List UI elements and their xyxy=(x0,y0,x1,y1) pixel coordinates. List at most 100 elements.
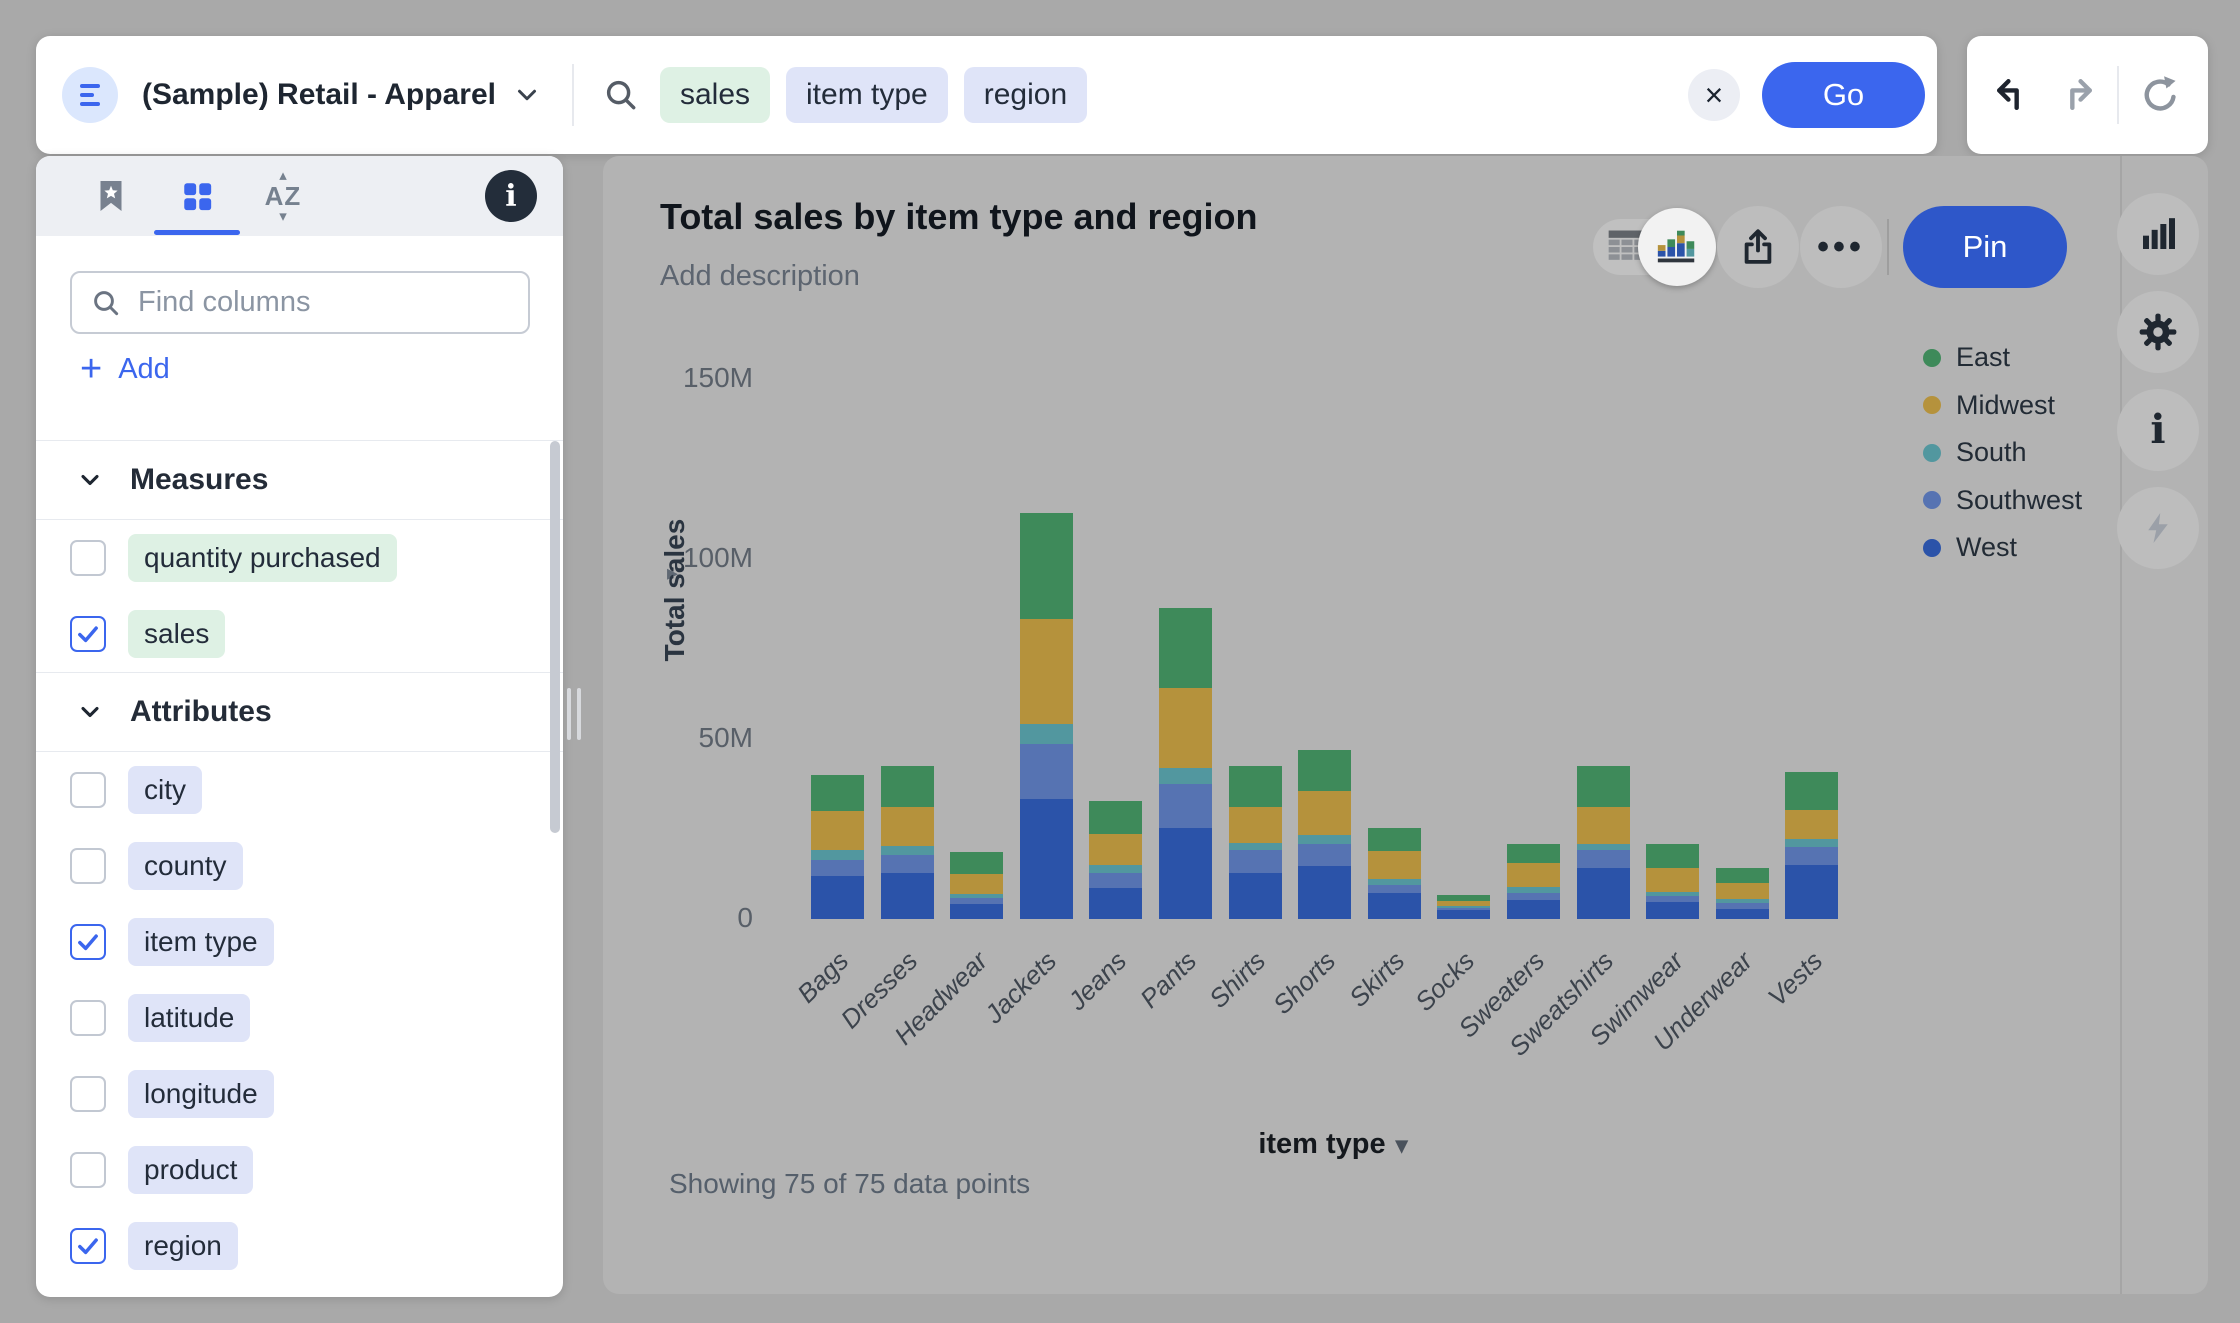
add-column-button[interactable]: + Add xyxy=(80,346,170,392)
bar-shirts-south[interactable] xyxy=(1228,843,1282,850)
menu-icon[interactable] xyxy=(62,67,118,123)
checkbox-product[interactable] xyxy=(70,1152,106,1188)
column-chip-product[interactable]: product xyxy=(128,1146,254,1194)
legend-item-southwest[interactable]: Southwest xyxy=(1923,485,2082,516)
column-chip-item-type[interactable]: item type xyxy=(128,918,274,966)
details-button[interactable]: i xyxy=(2117,389,2199,471)
bar-swimwear-west[interactable] xyxy=(1646,902,1700,919)
find-columns-input[interactable] xyxy=(136,285,500,320)
panel-resize-handle[interactable] xyxy=(567,688,581,740)
tab-sort-az[interactable]: ▴ AZ ▾ xyxy=(240,156,326,236)
bar-socks-west[interactable] xyxy=(1437,910,1491,919)
bar-jackets-southwest[interactable] xyxy=(1019,743,1073,799)
clear-search-button[interactable]: × xyxy=(1688,69,1740,121)
column-chip-quantity-purchased[interactable]: quantity purchased xyxy=(128,534,397,582)
undo-icon[interactable] xyxy=(1991,73,2035,117)
settings-button[interactable] xyxy=(2117,291,2199,373)
answer-title[interactable]: Total sales by item type and region xyxy=(660,196,1257,238)
checkbox-longitude[interactable] xyxy=(70,1076,106,1112)
legend-item-west[interactable]: West xyxy=(1923,532,2017,563)
legend-item-east[interactable]: East xyxy=(1923,342,2010,373)
bar-underwear-south[interactable] xyxy=(1715,899,1769,904)
bar-underwear-west[interactable] xyxy=(1715,908,1769,919)
section-header-measures[interactable]: Measures xyxy=(36,441,563,520)
checkbox-sales[interactable] xyxy=(70,616,106,652)
chart-view-button-active[interactable] xyxy=(1638,208,1716,286)
datasource-selector[interactable]: (Sample) Retail - Apparel xyxy=(142,78,496,112)
bar-skirts-southwest[interactable] xyxy=(1367,884,1421,893)
bar-bags-east[interactable] xyxy=(811,775,864,812)
bar-swimwear-south[interactable] xyxy=(1646,892,1700,896)
checkbox-county[interactable] xyxy=(70,848,106,884)
bar-sweatshirts-midwest[interactable] xyxy=(1576,807,1630,844)
bar-sweatshirts-southwest[interactable] xyxy=(1576,849,1630,868)
column-chip-county[interactable]: county xyxy=(128,842,243,890)
bar-jeans-west[interactable] xyxy=(1089,888,1143,919)
bar-sweatshirts-east[interactable] xyxy=(1576,765,1630,808)
bar-pants-east[interactable] xyxy=(1159,607,1212,688)
pin-button[interactable]: Pin xyxy=(1903,206,2067,288)
checkbox-city[interactable] xyxy=(70,772,106,808)
bar-vests-west[interactable] xyxy=(1785,864,1839,919)
redo-icon[interactable] xyxy=(2054,73,2098,117)
bar-sweatshirts-south[interactable] xyxy=(1576,843,1630,850)
bar-jeans-midwest[interactable] xyxy=(1089,834,1143,865)
bar-shorts-south[interactable] xyxy=(1298,834,1352,844)
search-token-region[interactable]: region xyxy=(963,67,1088,123)
bar-sweatshirts-west[interactable] xyxy=(1576,867,1630,919)
checkbox-region[interactable] xyxy=(70,1228,106,1264)
bar-vests-east[interactable] xyxy=(1785,772,1839,810)
answer-description-placeholder[interactable]: Add description xyxy=(660,260,860,293)
column-chip-sales[interactable]: sales xyxy=(128,610,226,658)
bar-vests-midwest[interactable] xyxy=(1785,809,1839,839)
bar-sweaters-west[interactable] xyxy=(1507,899,1560,919)
column-chip-longitude[interactable]: longitude xyxy=(128,1070,274,1118)
bar-dresses-southwest[interactable] xyxy=(880,854,934,873)
bar-pants-midwest[interactable] xyxy=(1159,687,1212,769)
legend-item-south[interactable]: South xyxy=(1923,437,2027,468)
bar-headwear-southwest[interactable] xyxy=(950,898,1004,905)
bar-bags-west[interactable] xyxy=(811,875,864,919)
bar-shorts-east[interactable] xyxy=(1298,750,1352,792)
column-chip-latitude[interactable]: latitude xyxy=(128,994,251,1042)
bar-jeans-south[interactable] xyxy=(1089,865,1143,873)
search-token-sales[interactable]: sales xyxy=(659,67,771,123)
bar-underwear-east[interactable] xyxy=(1715,867,1769,883)
bar-shorts-southwest[interactable] xyxy=(1298,843,1352,866)
bar-sweaters-southwest[interactable] xyxy=(1507,892,1560,900)
y-axis-title[interactable]: Total sales xyxy=(659,490,691,690)
bar-jackets-midwest[interactable] xyxy=(1019,619,1073,724)
chart-config-button[interactable] xyxy=(2117,193,2199,275)
bar-swimwear-midwest[interactable] xyxy=(1646,867,1700,892)
bar-underwear-southwest[interactable] xyxy=(1715,903,1769,909)
bar-skirts-midwest[interactable] xyxy=(1367,850,1421,880)
bar-sweaters-east[interactable] xyxy=(1507,844,1560,864)
bar-pants-west[interactable] xyxy=(1159,828,1212,919)
tab-favorites[interactable] xyxy=(68,156,154,236)
bar-dresses-midwest[interactable] xyxy=(880,806,934,846)
bar-socks-midwest[interactable] xyxy=(1437,901,1491,907)
bar-jeans-southwest[interactable] xyxy=(1089,872,1143,889)
x-axis-title[interactable]: item type ▾ xyxy=(1213,1128,1453,1161)
bar-shirts-east[interactable] xyxy=(1228,765,1282,807)
chevron-down-icon[interactable] xyxy=(512,80,542,110)
section-header-attributes[interactable]: Attributes xyxy=(36,673,563,752)
checkbox-latitude[interactable] xyxy=(70,1000,106,1036)
bar-headwear-south[interactable] xyxy=(950,894,1004,899)
bar-jackets-west[interactable] xyxy=(1019,798,1073,919)
bar-pants-south[interactable] xyxy=(1159,768,1212,784)
bar-shirts-west[interactable] xyxy=(1228,872,1282,919)
bar-sweaters-south[interactable] xyxy=(1507,887,1560,893)
search-tokens[interactable]: sales item type region xyxy=(659,67,1103,123)
checkbox-quantity-purchased[interactable] xyxy=(70,540,106,576)
bar-skirts-east[interactable] xyxy=(1367,828,1421,851)
bar-pants-southwest[interactable] xyxy=(1159,784,1212,829)
column-chip-city[interactable]: city xyxy=(128,766,202,814)
bar-headwear-west[interactable] xyxy=(950,904,1004,919)
bar-dresses-west[interactable] xyxy=(880,872,934,919)
reset-icon[interactable] xyxy=(2138,72,2184,118)
more-options-button[interactable]: ••• xyxy=(1800,206,1882,288)
bar-bags-southwest[interactable] xyxy=(811,859,864,876)
share-button[interactable] xyxy=(1717,206,1799,288)
bar-jackets-south[interactable] xyxy=(1019,723,1073,744)
